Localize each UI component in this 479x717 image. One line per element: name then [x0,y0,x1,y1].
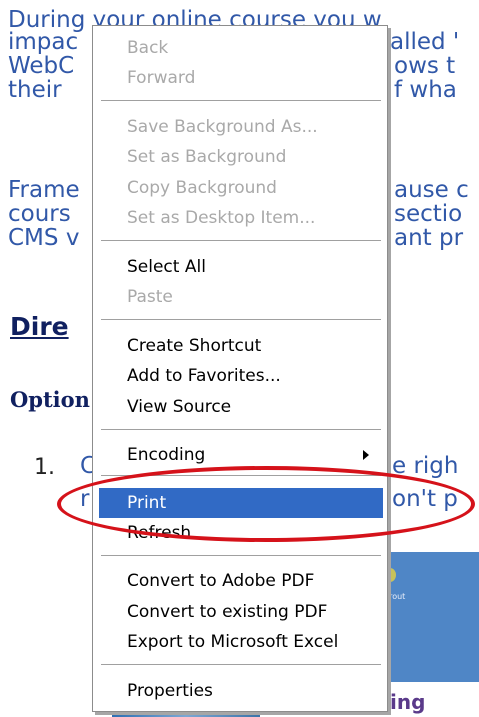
paragraph-line: cours [8,201,71,227]
submenu-arrow-icon [363,450,369,460]
menu-separator [101,100,381,101]
paragraph-line-right: alled ' [390,29,460,55]
menu-separator [101,240,381,241]
footer-text: ing [390,690,426,714]
page-image [380,552,479,682]
menu-item-back[interactable]: Back [99,33,383,63]
paragraph-line-right: f wha [394,77,457,103]
menu-item-encoding[interactable]: Encoding [99,440,383,470]
menu-item-convert-to-adobe-pdf[interactable]: Convert to Adobe PDF [99,566,383,596]
paragraph-line-right: ant pr [394,225,464,251]
list-number: 1. [34,455,55,480]
menu-item-save-background-as[interactable]: Save Background As... [99,112,383,142]
menu-item-export-to-microsoft-excel[interactable]: Export to Microsoft Excel [99,627,383,657]
context-menu: Back Forward Save Background As... Set a… [92,25,388,712]
paragraph-line-right: ause c [394,177,469,203]
menu-item-create-shortcut[interactable]: Create Shortcut [99,331,383,361]
menu-separator [101,475,381,476]
paragraph-line-right: ows t [394,53,456,79]
paragraph-line: impac [8,29,79,55]
menu-item-print[interactable]: Print [99,488,383,518]
paragraph-line: WebC [8,53,75,79]
paragraph-line: their [8,77,62,103]
menu-item-refresh[interactable]: Refresh [99,518,383,548]
section-subheading: Option [10,387,90,412]
menu-item-paste[interactable]: Paste [99,282,383,312]
list-text: on't p [392,486,458,512]
menu-separator [101,429,381,430]
menu-item-properties[interactable]: Properties [99,676,383,706]
paragraph-line-right: sectio [394,201,463,227]
paragraph-line: CMS v [8,225,80,251]
menu-item-view-source[interactable]: View Source [99,392,383,422]
section-heading: Dire [10,312,69,341]
list-text: e righ [392,453,459,479]
menu-item-copy-background[interactable]: Copy Background [99,173,383,203]
menu-separator [101,555,381,556]
list-text: r [80,486,90,512]
menu-separator [101,664,381,665]
menu-item-set-as-desktop-item[interactable]: Set as Desktop Item... [99,203,383,233]
menu-item-select-all[interactable]: Select All [99,252,383,282]
menu-item-add-to-favorites[interactable]: Add to Favorites... [99,361,383,391]
paragraph-line: Frame [8,177,80,203]
menu-item-forward[interactable]: Forward [99,63,383,93]
menu-item-convert-to-existing-pdf[interactable]: Convert to existing PDF [99,597,383,627]
menu-item-set-as-background[interactable]: Set as Background [99,142,383,172]
menu-separator [101,319,381,320]
menu-item-encoding-label: Encoding [127,445,206,465]
